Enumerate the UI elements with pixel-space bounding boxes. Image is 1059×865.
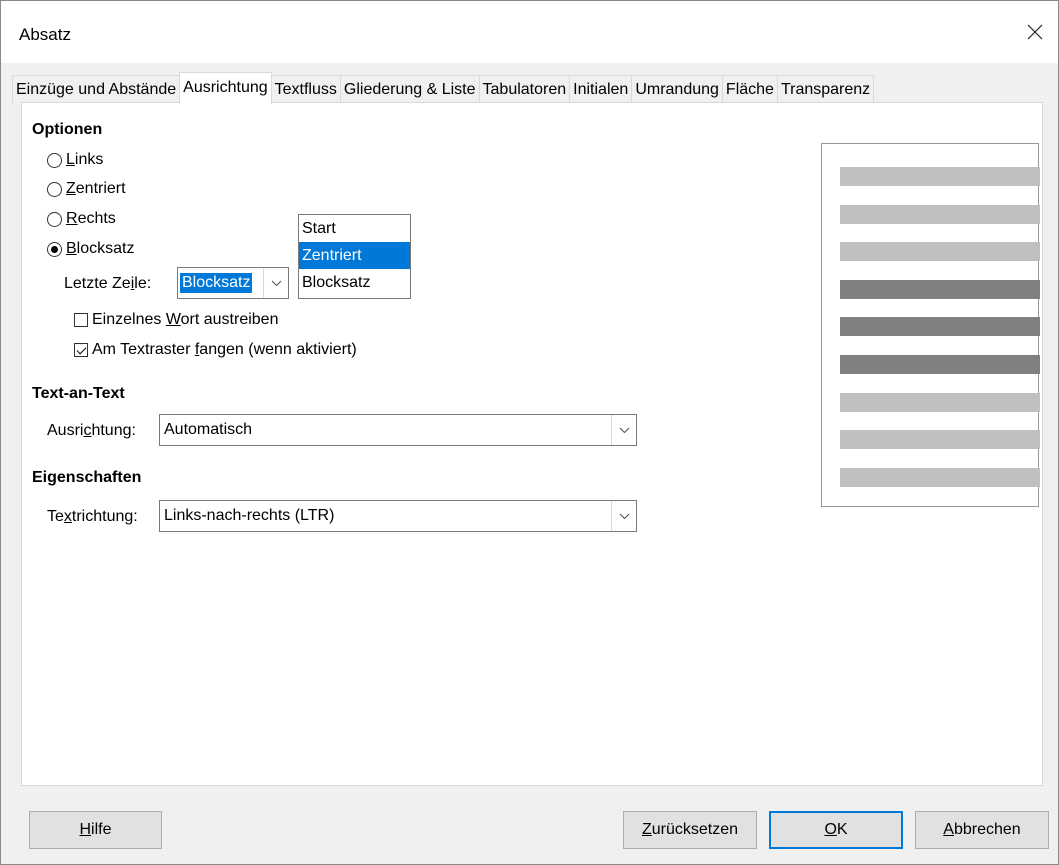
dropdown-option-zentriert[interactable]: Zentriert: [299, 242, 410, 269]
expand-single-word-checkbox[interactable]: Einzelnes Wort austreiben: [74, 311, 278, 329]
checkbox-label: Am Textraster fangen (wenn aktiviert): [92, 341, 357, 358]
help-button[interactable]: Hilfe: [29, 811, 162, 849]
ok-button-label: OK: [824, 821, 848, 838]
tab-einzuege[interactable]: Einzüge und Abstände: [12, 75, 181, 103]
tab-bar: Einzüge und Abstände Ausrichtung Textflu…: [12, 72, 875, 104]
cancel-button-label: Abbrechen: [943, 821, 1021, 838]
preview-line: [840, 204, 1040, 224]
preview-line: [840, 167, 1040, 186]
radio-button[interactable]: [47, 241, 62, 257]
reset-button[interactable]: Zurücksetzen: [623, 811, 757, 849]
dropdown-option-blocksatz[interactable]: Blocksatz: [299, 269, 410, 296]
tab-tabulatoren[interactable]: Tabulatoren: [478, 75, 571, 103]
text-direction-value: Links-nach-rechts (LTR): [164, 507, 335, 524]
preview-line: [840, 355, 1040, 374]
checkbox[interactable]: [74, 343, 88, 357]
paragraph-dialog: Absatz Einzüge und Abstände Ausrichtung …: [0, 0, 1059, 865]
preview-line: [840, 392, 1040, 412]
radio-button[interactable]: [47, 181, 62, 197]
reset-button-label: Zurücksetzen: [641, 821, 739, 838]
radio-links[interactable]: Links: [47, 151, 103, 169]
help-button-label: Hilfe: [79, 821, 112, 838]
text-alignment-select[interactable]: Automatisch: [159, 414, 637, 446]
radio-zentriert[interactable]: Zentriert: [47, 180, 126, 198]
title-bar: Absatz: [1, 1, 1058, 63]
text-to-text-heading: Text-an-Text: [32, 385, 125, 402]
last-line-label: Letzte Zeile:: [64, 275, 152, 292]
last-line-dropdown-list: Start Zentriert Blocksatz: [298, 214, 411, 299]
options-heading: Optionen: [32, 121, 103, 138]
alignment-label: Ausrichtung:: [47, 422, 136, 439]
tab-textfluss[interactable]: Textfluss: [270, 75, 341, 103]
tab-transparenz[interactable]: Transparenz: [776, 75, 875, 103]
tab-flaeche[interactable]: Fläche: [721, 75, 778, 103]
preview-line: [840, 279, 1040, 299]
last-line-select[interactable]: Blocksatz: [177, 267, 289, 299]
tab-ausrichtung[interactable]: Ausrichtung: [179, 72, 272, 104]
preview-line: [840, 467, 1040, 487]
snap-to-grid-checkbox[interactable]: Am Textraster fangen (wenn aktiviert): [74, 341, 357, 359]
text-direction-select[interactable]: Links-nach-rechts (LTR): [159, 500, 637, 532]
radio-button[interactable]: [47, 152, 62, 168]
close-icon: [1027, 24, 1043, 40]
last-line-value: Blocksatz: [180, 273, 253, 293]
dialog-title: Absatz: [19, 25, 71, 44]
radio-button[interactable]: [47, 211, 62, 227]
text-direction-label: Textrichtung:: [47, 508, 138, 525]
radio-rechts[interactable]: Rechts: [47, 210, 116, 228]
preview-line: [840, 430, 1040, 450]
ok-button[interactable]: OK: [769, 811, 903, 849]
chevron-down-icon[interactable]: [611, 501, 636, 531]
cancel-button[interactable]: Abbrechen: [915, 811, 1049, 849]
alignment-preview: [821, 143, 1040, 507]
radio-blocksatz[interactable]: Blocksatz: [47, 240, 134, 258]
preview-line: [840, 317, 1040, 337]
radio-label: Rechts: [66, 210, 116, 227]
chevron-down-icon[interactable]: [263, 268, 288, 298]
chevron-down-icon[interactable]: [611, 415, 636, 445]
close-button[interactable]: [1018, 15, 1052, 49]
tab-gliederung[interactable]: Gliederung & Liste: [339, 75, 480, 103]
radio-label: Blocksatz: [66, 240, 135, 257]
radio-label: Links: [66, 151, 104, 168]
tab-umrandung[interactable]: Umrandung: [631, 75, 723, 103]
properties-heading: Eigenschaften: [32, 469, 142, 486]
radio-label: Zentriert: [66, 180, 126, 197]
tab-panel-ausrichtung: Optionen Links Zentriert Rechts Blocksat…: [21, 102, 1043, 786]
checkbox[interactable]: [74, 313, 88, 327]
dropdown-option-start[interactable]: Start: [299, 215, 410, 242]
checkbox-label: Einzelnes Wort austreiben: [92, 311, 279, 328]
preview-line: [840, 242, 1040, 262]
tab-initialen[interactable]: Initialen: [569, 75, 633, 103]
text-alignment-value: Automatisch: [164, 421, 253, 438]
